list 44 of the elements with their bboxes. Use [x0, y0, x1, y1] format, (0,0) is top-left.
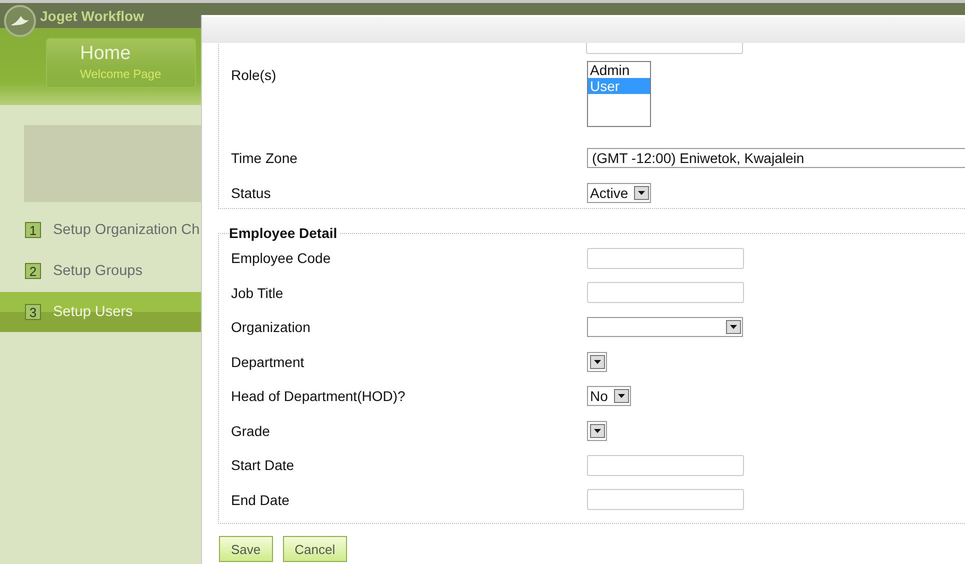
form-button[interactable]: Save — [219, 536, 273, 562]
dropdown[interactable] — [587, 420, 607, 441]
dropdown-value: No — [590, 388, 608, 404]
dropdown[interactable] — [587, 352, 607, 372]
sidebar-item[interactable]: 2 Setup Groups — [0, 251, 201, 291]
list-box[interactable]: Admin User — [587, 61, 651, 127]
step-label: Setup Groups — [53, 263, 142, 279]
field-label: Status — [231, 184, 272, 201]
app-title: Joget Workflow — [40, 8, 144, 24]
field-label: End Date — [231, 492, 290, 508]
dropdown-value: (GMT -12:00) Eniwetok, Kwajalein — [592, 150, 804, 166]
field-label: Start Date — [231, 457, 296, 474]
input-field[interactable] — [587, 282, 744, 304]
sidebar-item[interactable]: 3 Setup Users — [0, 292, 201, 332]
input-field[interactable] — [587, 454, 744, 476]
form-button[interactable]: Cancel — [282, 536, 348, 562]
field-label: Job Title — [231, 284, 284, 301]
field-label: Role(s) — [231, 67, 278, 83]
dropdown-arrow-icon — [594, 428, 601, 433]
field-label: Department — [231, 354, 306, 370]
field-label: Grade — [231, 422, 271, 439]
input-field[interactable] — [587, 248, 744, 269]
step-label: Setup Users — [53, 304, 133, 320]
dropdown-arrow-icon — [594, 360, 601, 364]
dropdown-value: Active — [590, 184, 628, 201]
dropdown[interactable]: No — [587, 386, 631, 406]
input-field[interactable] — [587, 489, 744, 510]
field-label: Time Zone — [231, 150, 298, 166]
step-number: 3 — [25, 304, 41, 320]
dropdown[interactable]: (GMT -12:00) Eniwetok, Kwajalein — [587, 148, 965, 168]
step-number: 1 — [25, 222, 41, 238]
dropdown[interactable]: Active — [587, 182, 652, 203]
list-option[interactable]: Admin — [588, 62, 650, 78]
field-label: Employee Code — [231, 250, 332, 266]
step-number: 2 — [25, 263, 41, 279]
section-title: Employee Detail — [229, 225, 338, 241]
sidebar-item[interactable]: 1 Setup Organization Ch — [0, 210, 201, 250]
dropdown-arrow-icon — [618, 394, 625, 398]
step-label: Setup Organization Ch — [53, 222, 200, 238]
field-label: Organization — [231, 319, 312, 336]
dropdown-arrow-icon — [730, 325, 737, 330]
field-label: Head of Department(HOD)? — [231, 388, 406, 404]
dropdown-arrow-icon — [638, 190, 646, 195]
logo-icon — [4, 5, 36, 37]
